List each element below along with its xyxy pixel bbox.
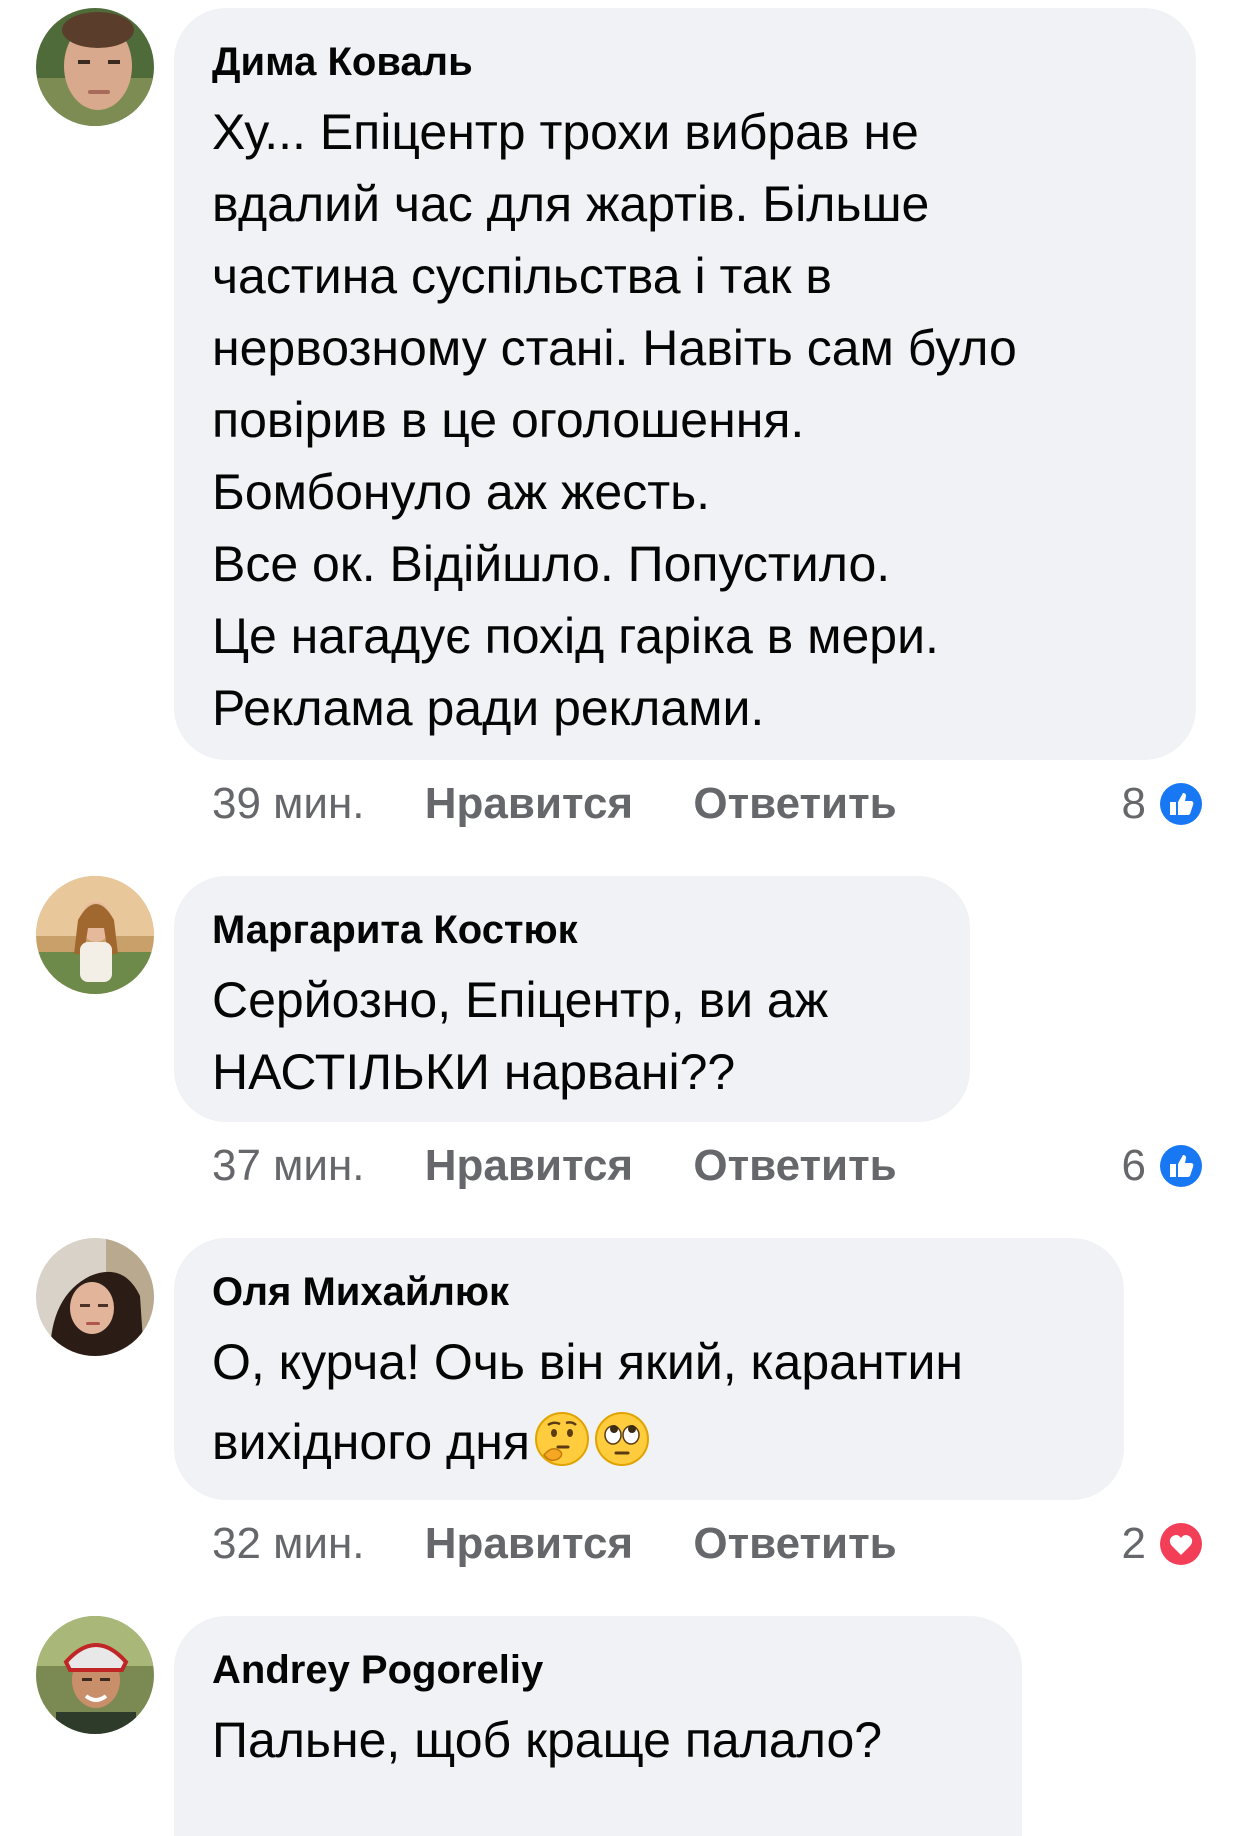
comment-text-line: частина суспільства і так в bbox=[212, 248, 832, 304]
comment-text: Пальне, щоб краще палало? bbox=[212, 1704, 984, 1776]
comment-text-line-with-emoji: вихідного дня bbox=[212, 1398, 1086, 1486]
comment-text: О, курча! Очь він який, карантин вихідно… bbox=[212, 1326, 1086, 1486]
comment-author[interactable]: Дима Коваль bbox=[212, 38, 1158, 86]
comment-text-line: повірив в це оголошення. bbox=[212, 392, 805, 448]
comment-text-line: Бомбонуло аж жесть. bbox=[212, 464, 711, 520]
avatar-photo-icon bbox=[36, 1616, 154, 1734]
avatar-photo-icon bbox=[36, 8, 154, 126]
comment-author[interactable]: Оля Михайлюк bbox=[212, 1268, 1086, 1316]
avatar[interactable] bbox=[36, 1238, 154, 1356]
like-button[interactable]: Нравится bbox=[425, 1141, 633, 1190]
reaction-count: 8 bbox=[1121, 779, 1146, 828]
like-icon bbox=[1157, 1142, 1205, 1190]
avatar[interactable] bbox=[36, 1616, 154, 1734]
comment-meta: 37 мин. Нравится Ответить bbox=[212, 1138, 897, 1194]
reply-button[interactable]: Ответить bbox=[693, 1519, 896, 1568]
comment-text: Серйозно, Епіцентр, ви аж НАСТІЛЬКИ нарв… bbox=[212, 964, 932, 1108]
comment-author[interactable]: Andrey Pogoreliy bbox=[212, 1646, 984, 1694]
reaction-summary[interactable]: 6 bbox=[1122, 1138, 1206, 1194]
comment-text: Ху... Епіцентр трохи вибрав не вдалий ча… bbox=[212, 96, 1158, 744]
reply-button[interactable]: Ответить bbox=[693, 779, 896, 828]
comment-bubble: Оля Михайлюк О, курча! Очь він який, кар… bbox=[174, 1238, 1124, 1500]
reaction-summary[interactable]: 2 bbox=[1122, 1516, 1206, 1572]
like-button[interactable]: Нравится bbox=[425, 779, 633, 828]
comment-text-line: вдалий час для жартів. Більше bbox=[212, 176, 930, 232]
comment-bubble: Маргарита Костюк Серйозно, Епіцентр, ви … bbox=[174, 876, 970, 1122]
reaction-count: 6 bbox=[1121, 1141, 1146, 1190]
avatar[interactable] bbox=[36, 8, 154, 126]
comment-timestamp[interactable]: 37 мин. bbox=[212, 1141, 365, 1190]
comment-text-line: Це нагадує похід гаріка в мери. bbox=[212, 608, 939, 664]
like-button[interactable]: Нравится bbox=[425, 1519, 633, 1568]
comment-timestamp[interactable]: 39 мин. bbox=[212, 779, 365, 828]
comment-bubble: Дима Коваль Ху... Епіцентр трохи вибрав … bbox=[174, 8, 1196, 760]
comment-meta: 32 мин. Нравится Ответить bbox=[212, 1516, 897, 1572]
reaction-count: 2 bbox=[1121, 1519, 1146, 1568]
eye-roll-face-icon bbox=[594, 1412, 649, 1466]
comment-timestamp[interactable]: 32 мин. bbox=[212, 1519, 365, 1568]
comment-text-line: Пальне, щоб краще палало? bbox=[212, 1712, 883, 1768]
comment-text-line: О, курча! Очь він який, карантин bbox=[212, 1334, 964, 1390]
reaction-summary[interactable]: 8 bbox=[1122, 776, 1206, 832]
reply-button[interactable]: Ответить bbox=[693, 1141, 896, 1190]
avatar[interactable] bbox=[36, 876, 154, 994]
comment-text-line: Серйозно, Епіцентр, ви аж bbox=[212, 972, 829, 1028]
like-icon bbox=[1157, 780, 1205, 828]
comment-text-line: нервозному стані. Навіть сам було bbox=[212, 320, 1017, 376]
comment-text-line: НАСТІЛЬКИ нарвані?? bbox=[212, 1044, 736, 1100]
comment-text-line: Ху... Епіцентр трохи вибрав не bbox=[212, 104, 919, 160]
thinking-face-icon bbox=[534, 1412, 589, 1466]
comment-text-line: Все ок. Відійшло. Попустило. bbox=[212, 536, 891, 592]
comment-meta: 39 мин. Нравится Ответить bbox=[212, 776, 897, 832]
comment-bubble: Andrey Pogoreliy Пальне, щоб краще палал… bbox=[174, 1616, 1022, 1836]
avatar-photo-icon bbox=[36, 876, 154, 994]
comment-author[interactable]: Маргарита Костюк bbox=[212, 906, 932, 954]
avatar-photo-icon bbox=[36, 1238, 154, 1356]
comment-text-line: вихідного дня bbox=[212, 1414, 530, 1470]
comment-text-line: Реклама ради реклами. bbox=[212, 680, 765, 736]
love-icon bbox=[1157, 1520, 1205, 1568]
